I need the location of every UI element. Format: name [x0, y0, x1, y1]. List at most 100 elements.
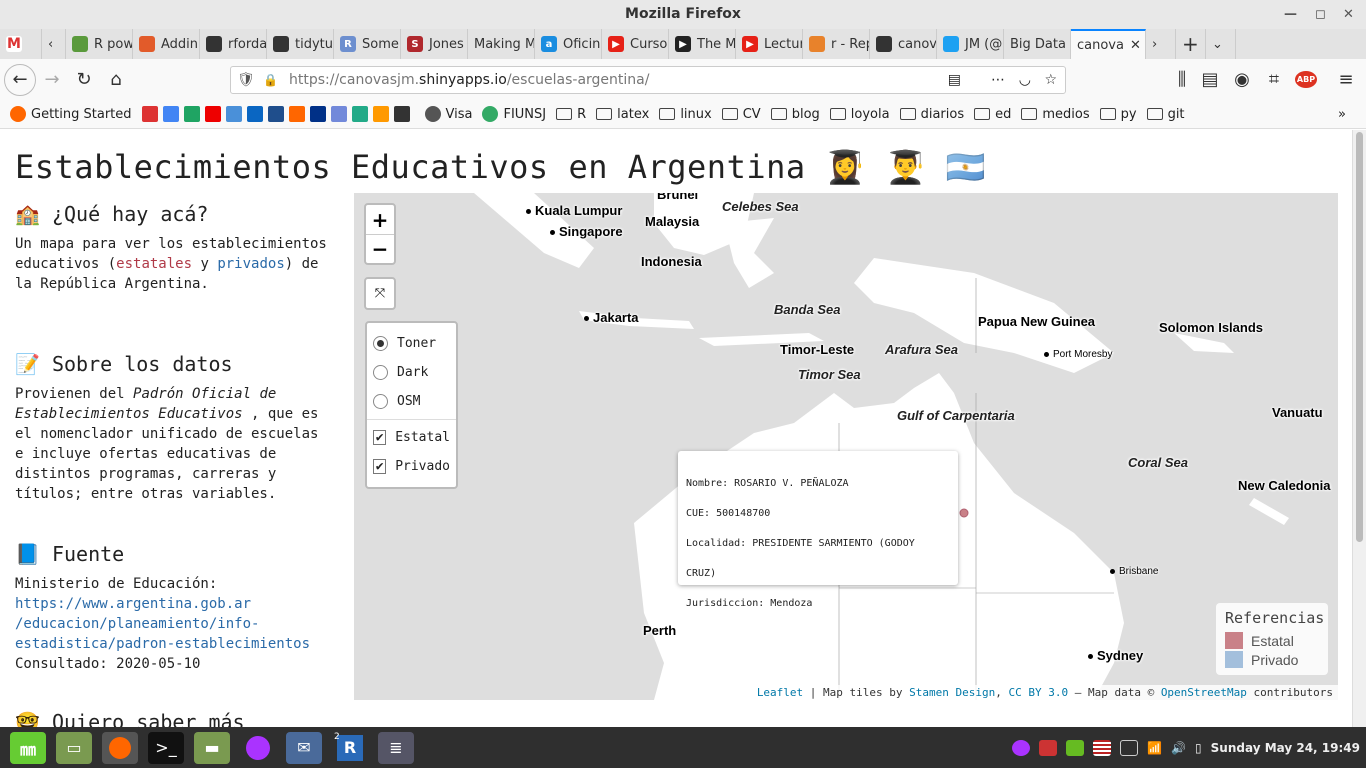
tray-clock[interactable]: Sunday May 24, 19:49	[1211, 741, 1360, 755]
bookmark-folder[interactable]: medios	[1021, 107, 1090, 122]
new-tab-button[interactable]: +	[1176, 29, 1206, 59]
tray-nvidia-icon[interactable]	[1066, 739, 1085, 756]
bookmark-folder[interactable]: blog	[770, 107, 820, 122]
license-link[interactable]: CC BY 3.0	[1008, 686, 1068, 699]
firefox-dev-icon[interactable]	[240, 732, 276, 764]
zoom-in-button[interactable]: +	[366, 205, 394, 234]
bookmark-folder[interactable]: R	[556, 107, 586, 122]
section-data-text: Provienen del Padrón Oficial de Establec…	[15, 384, 335, 504]
list-tabs-button[interactable]: ⌄	[1206, 29, 1236, 59]
mail-icon[interactable]: ✉	[286, 731, 322, 764]
browser-tab[interactable]: Making M	[468, 29, 535, 59]
home-button[interactable]: ⌂	[100, 64, 132, 96]
gmail-pinned-tab[interactable]: M	[0, 29, 42, 59]
stamen-link[interactable]: Stamen Design	[909, 686, 995, 699]
menu-icon[interactable]: ≡	[1330, 64, 1362, 96]
radio-button[interactable]	[373, 365, 388, 380]
firefox-taskbar-icon[interactable]	[102, 731, 138, 764]
extensions-icon[interactable]: ⌗	[1258, 64, 1290, 96]
browser-tab[interactable]: JM (@	[937, 29, 1004, 59]
tray-keyboard-flag-icon[interactable]	[1093, 739, 1112, 756]
terminal-icon[interactable]: >_	[148, 731, 184, 764]
basemap-option[interactable]: Dark	[373, 358, 450, 387]
reload-button[interactable]: ↻	[68, 64, 100, 96]
checkbox[interactable]: ✔	[373, 430, 387, 445]
gmail-icon: M	[6, 36, 22, 52]
leaflet-map[interactable]: Brunei Kuala Lumpur Singapore Malaysia C…	[354, 193, 1338, 700]
page-actions-icon[interactable]: ⋯	[991, 67, 1005, 93]
tray-wifi-icon[interactable]: 📶	[1147, 741, 1162, 755]
browser-tab[interactable]: ▶ Lectur	[736, 29, 803, 59]
account-icon[interactable]: ◉	[1226, 64, 1258, 96]
browser-tab[interactable]: canov	[870, 29, 937, 59]
tray-shield-icon[interactable]	[1039, 739, 1058, 756]
shield-icon[interactable]: 🛡	[237, 67, 255, 93]
bookmark-folder[interactable]: CV	[721, 107, 761, 122]
overlay-option[interactable]: ✔ Estatal	[373, 423, 450, 452]
folder-icon[interactable]: ▬	[194, 731, 230, 764]
radio-button[interactable]	[373, 336, 388, 351]
browser-tab[interactable]: tidytu	[267, 29, 334, 59]
browser-tab[interactable]: Big Data i	[1004, 29, 1071, 59]
mint-menu-icon[interactable]: ㎜	[10, 731, 46, 764]
bookmarks-overflow-button[interactable]: »	[1338, 107, 1346, 122]
bookmark-folder[interactable]: latex	[596, 107, 649, 122]
page-scrollbar[interactable]	[1352, 130, 1366, 727]
browser-tab[interactable]: r - Rep	[803, 29, 870, 59]
files-icon[interactable]: ▭	[56, 731, 92, 764]
leaflet-link[interactable]: Leaflet	[757, 686, 803, 699]
osm-link[interactable]: OpenStreetMap	[1161, 686, 1247, 699]
tray-volume-icon[interactable]: 🔊	[1171, 741, 1186, 755]
browser-tab[interactable]: S Jones	[401, 29, 468, 59]
browser-tab[interactable]: R pow	[66, 29, 133, 59]
text-editor-icon[interactable]: ≣	[378, 731, 414, 764]
browser-tab[interactable]: ▶ Curso	[602, 29, 669, 59]
forward-button[interactable]: →	[36, 64, 68, 96]
overlay-option[interactable]: ✔ Privado	[373, 452, 450, 481]
bookmark-folder[interactable]: ed	[974, 107, 1011, 122]
scrollbar-thumb[interactable]	[1356, 132, 1363, 542]
bookmark-item[interactable]: Getting Started	[10, 106, 132, 122]
minimize-icon[interactable]: —	[1284, 0, 1297, 29]
basemap-option[interactable]: OSM	[373, 387, 450, 416]
radio-button[interactable]	[373, 394, 388, 409]
zoom-out-button[interactable]: −	[366, 234, 394, 263]
bookmark-folder[interactable]: linux	[659, 107, 712, 122]
bookmark-item[interactable]: Visa	[424, 106, 472, 122]
attrib-text-3: — Map data ©	[1068, 686, 1161, 699]
back-button[interactable]: ←	[4, 63, 36, 96]
close-window-icon[interactable]: ✕	[1343, 0, 1354, 29]
tab-label: R pow	[94, 36, 133, 52]
rstudio-icon[interactable]: R2	[332, 732, 368, 764]
bookmark-star-icon[interactable]: ☆	[1044, 67, 1057, 93]
browser-tab[interactable]: rforda	[200, 29, 267, 59]
tray-firefox-icon[interactable]	[1012, 739, 1031, 756]
adblock-icon[interactable]: ABP	[1290, 64, 1322, 96]
basemap-option[interactable]: Toner	[373, 329, 450, 358]
bookmark-item[interactable]: FIUNSJ	[482, 106, 546, 122]
fit-bounds-button[interactable]: ⤧	[366, 279, 394, 308]
bookmark-folder[interactable]: diarios	[899, 107, 964, 122]
scroll-tabs-left-button[interactable]: ‹	[42, 29, 66, 59]
tab-favicon-icon: ▶	[742, 36, 758, 52]
browser-tab[interactable]: canova ✕	[1071, 29, 1146, 59]
checkbox[interactable]: ✔	[373, 459, 387, 474]
bookmark-folder[interactable]: git	[1146, 107, 1185, 122]
maximize-icon[interactable]: ◻	[1315, 0, 1326, 29]
bookmark-icon-group[interactable]	[141, 106, 415, 122]
browser-tab[interactable]: R Some	[334, 29, 401, 59]
close-tab-icon[interactable]: ✕	[1130, 38, 1141, 53]
bookmark-folder[interactable]: loyola	[829, 107, 890, 122]
tray-clipboard-icon[interactable]	[1120, 739, 1139, 756]
address-bar[interactable]: 🛡 🔒 https://canovasjm.shinyapps.io/escue…	[230, 66, 1066, 94]
browser-tab[interactable]: a Oficin	[535, 29, 602, 59]
scroll-tabs-right-button[interactable]: ›	[1146, 29, 1176, 59]
browser-tab[interactable]: Addin	[133, 29, 200, 59]
reader-view-icon[interactable]: ▤	[948, 67, 961, 93]
source-link[interactable]: https://www.argentina.gob.ar /educacion/…	[15, 596, 310, 652]
sidebar-icon[interactable]: ▤	[1194, 64, 1226, 96]
bookmark-folder[interactable]: py	[1099, 107, 1137, 122]
browser-tab[interactable]: ▶ The M	[669, 29, 736, 59]
tray-battery-icon[interactable]: ▯	[1195, 741, 1202, 755]
pocket-icon[interactable]: ◡	[1019, 67, 1031, 93]
